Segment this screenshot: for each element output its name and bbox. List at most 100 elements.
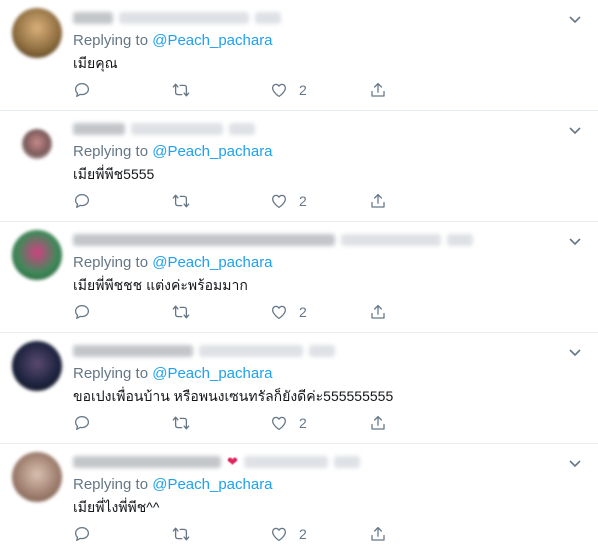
replying-prefix: Replying to [73, 476, 153, 493]
reply-icon [74, 82, 90, 98]
author-header [73, 121, 255, 137]
share-button[interactable] [369, 412, 387, 434]
avatar[interactable] [22, 129, 52, 159]
chevron-down-icon[interactable] [568, 456, 582, 470]
share-icon [371, 193, 385, 208]
timestamp-blurred[interactable] [229, 123, 255, 135]
reply-tweet[interactable]: Replying to @Peach_pachara เมียพี่พีชชช … [0, 222, 598, 333]
retweet-icon [172, 527, 190, 541]
mention-link[interactable]: @Peach_pachara [152, 254, 272, 271]
tweet-text: ขอเปงเพื่อนบ้าน หรือพนงเซนทรัลก็ยังดีค่ะ… [73, 388, 394, 404]
author-name-blurred[interactable] [73, 234, 335, 246]
author-header [73, 232, 473, 248]
reply-tweet[interactable]: Replying to @Peach_pachara เมียคุณ 2 [0, 0, 598, 111]
tweet-text: เมียพี่พีช5555 [73, 166, 155, 182]
timestamp-blurred[interactable] [255, 12, 281, 24]
reply-tweet[interactable]: Replying to @Peach_pachara ขอเปงเพื่อนบ้… [0, 333, 598, 444]
share-button[interactable] [369, 523, 387, 545]
author-handle-blurred[interactable] [119, 12, 249, 24]
reply-button[interactable] [73, 190, 91, 212]
like-count: 2 [299, 304, 307, 320]
tweet-text: เมียพี่พีชชช แต่งค่ะพร้อมมาก [73, 277, 248, 293]
author-name-blurred[interactable] [73, 345, 193, 357]
share-icon [371, 304, 385, 319]
reply-icon [74, 526, 90, 542]
chevron-down-icon[interactable] [568, 123, 582, 137]
share-icon [371, 82, 385, 97]
like-count: 2 [299, 193, 307, 209]
chevron-down-icon[interactable] [568, 345, 582, 359]
retweet-button[interactable] [171, 79, 191, 101]
share-button[interactable] [369, 301, 387, 323]
author-header [73, 10, 281, 26]
author-handle-blurred[interactable] [341, 234, 441, 246]
author-header [73, 343, 335, 359]
reply-button[interactable] [73, 301, 91, 323]
reply-icon [74, 193, 90, 209]
mention-link[interactable]: @Peach_pachara [152, 143, 272, 160]
timestamp-blurred[interactable] [309, 345, 335, 357]
share-button[interactable] [369, 79, 387, 101]
author-name-blurred[interactable] [73, 456, 221, 468]
action-bar: 2 [73, 523, 393, 545]
heart-icon [271, 194, 287, 209]
action-bar: 2 [73, 301, 393, 323]
retweet-icon [172, 83, 190, 97]
reply-icon [74, 415, 90, 431]
author-name-blurred[interactable] [73, 12, 113, 24]
author-name-blurred[interactable] [73, 123, 125, 135]
like-button[interactable]: 2 [270, 190, 307, 212]
reply-button[interactable] [73, 523, 91, 545]
timestamp-blurred[interactable] [333, 456, 360, 468]
replying-to: Replying to @Peach_pachara [73, 254, 273, 271]
replying-to: Replying to @Peach_pachara [73, 32, 273, 49]
avatar[interactable] [12, 341, 62, 391]
action-bar: 2 [73, 79, 393, 101]
reply-icon [74, 304, 90, 320]
author-handle-blurred[interactable] [243, 456, 328, 468]
replying-prefix: Replying to [73, 143, 153, 160]
retweet-button[interactable] [171, 301, 191, 323]
tweet-text: เมียคุณ [73, 55, 118, 71]
reply-button[interactable] [73, 79, 91, 101]
heart-icon [271, 416, 287, 431]
share-icon [371, 415, 385, 430]
reply-tweet[interactable]: ❤ Replying to @Peach_pachara เมียพี่ไงพี… [0, 444, 598, 555]
action-bar: 2 [73, 190, 393, 212]
like-button[interactable]: 2 [270, 301, 307, 323]
retweet-icon [172, 305, 190, 319]
replying-prefix: Replying to [73, 365, 153, 382]
heart-icon [271, 83, 287, 98]
like-button[interactable]: 2 [270, 412, 307, 434]
like-button[interactable]: 2 [270, 79, 307, 101]
reply-tweet[interactable]: Replying to @Peach_pachara เมียพี่พีช555… [0, 111, 598, 222]
like-count: 2 [299, 526, 307, 542]
tweet-text: เมียพี่ไงพี่พีช^^ [73, 499, 160, 515]
chevron-down-icon[interactable] [568, 234, 582, 248]
replying-prefix: Replying to [73, 254, 153, 271]
replying-to: Replying to @Peach_pachara [73, 365, 273, 382]
heart-emoji-icon: ❤ [227, 454, 238, 469]
mention-link[interactable]: @Peach_pachara [152, 32, 272, 49]
share-button[interactable] [369, 190, 387, 212]
replying-to: Replying to @Peach_pachara [73, 476, 273, 493]
retweet-button[interactable] [171, 523, 191, 545]
reply-button[interactable] [73, 412, 91, 434]
retweet-icon [172, 416, 190, 430]
share-icon [371, 526, 385, 541]
like-button[interactable]: 2 [270, 523, 307, 545]
chevron-down-icon[interactable] [568, 12, 582, 26]
author-handle-blurred[interactable] [199, 345, 303, 357]
avatar[interactable] [12, 230, 62, 280]
retweet-button[interactable] [171, 412, 191, 434]
avatar[interactable] [12, 452, 62, 502]
timestamp-blurred[interactable] [447, 234, 473, 246]
mention-link[interactable]: @Peach_pachara [152, 365, 272, 382]
heart-icon [271, 305, 287, 320]
retweet-button[interactable] [171, 190, 191, 212]
heart-icon [271, 527, 287, 542]
mention-link[interactable]: @Peach_pachara [152, 476, 272, 493]
avatar[interactable] [12, 8, 62, 58]
replying-prefix: Replying to [73, 32, 153, 49]
author-handle-blurred[interactable] [131, 123, 223, 135]
